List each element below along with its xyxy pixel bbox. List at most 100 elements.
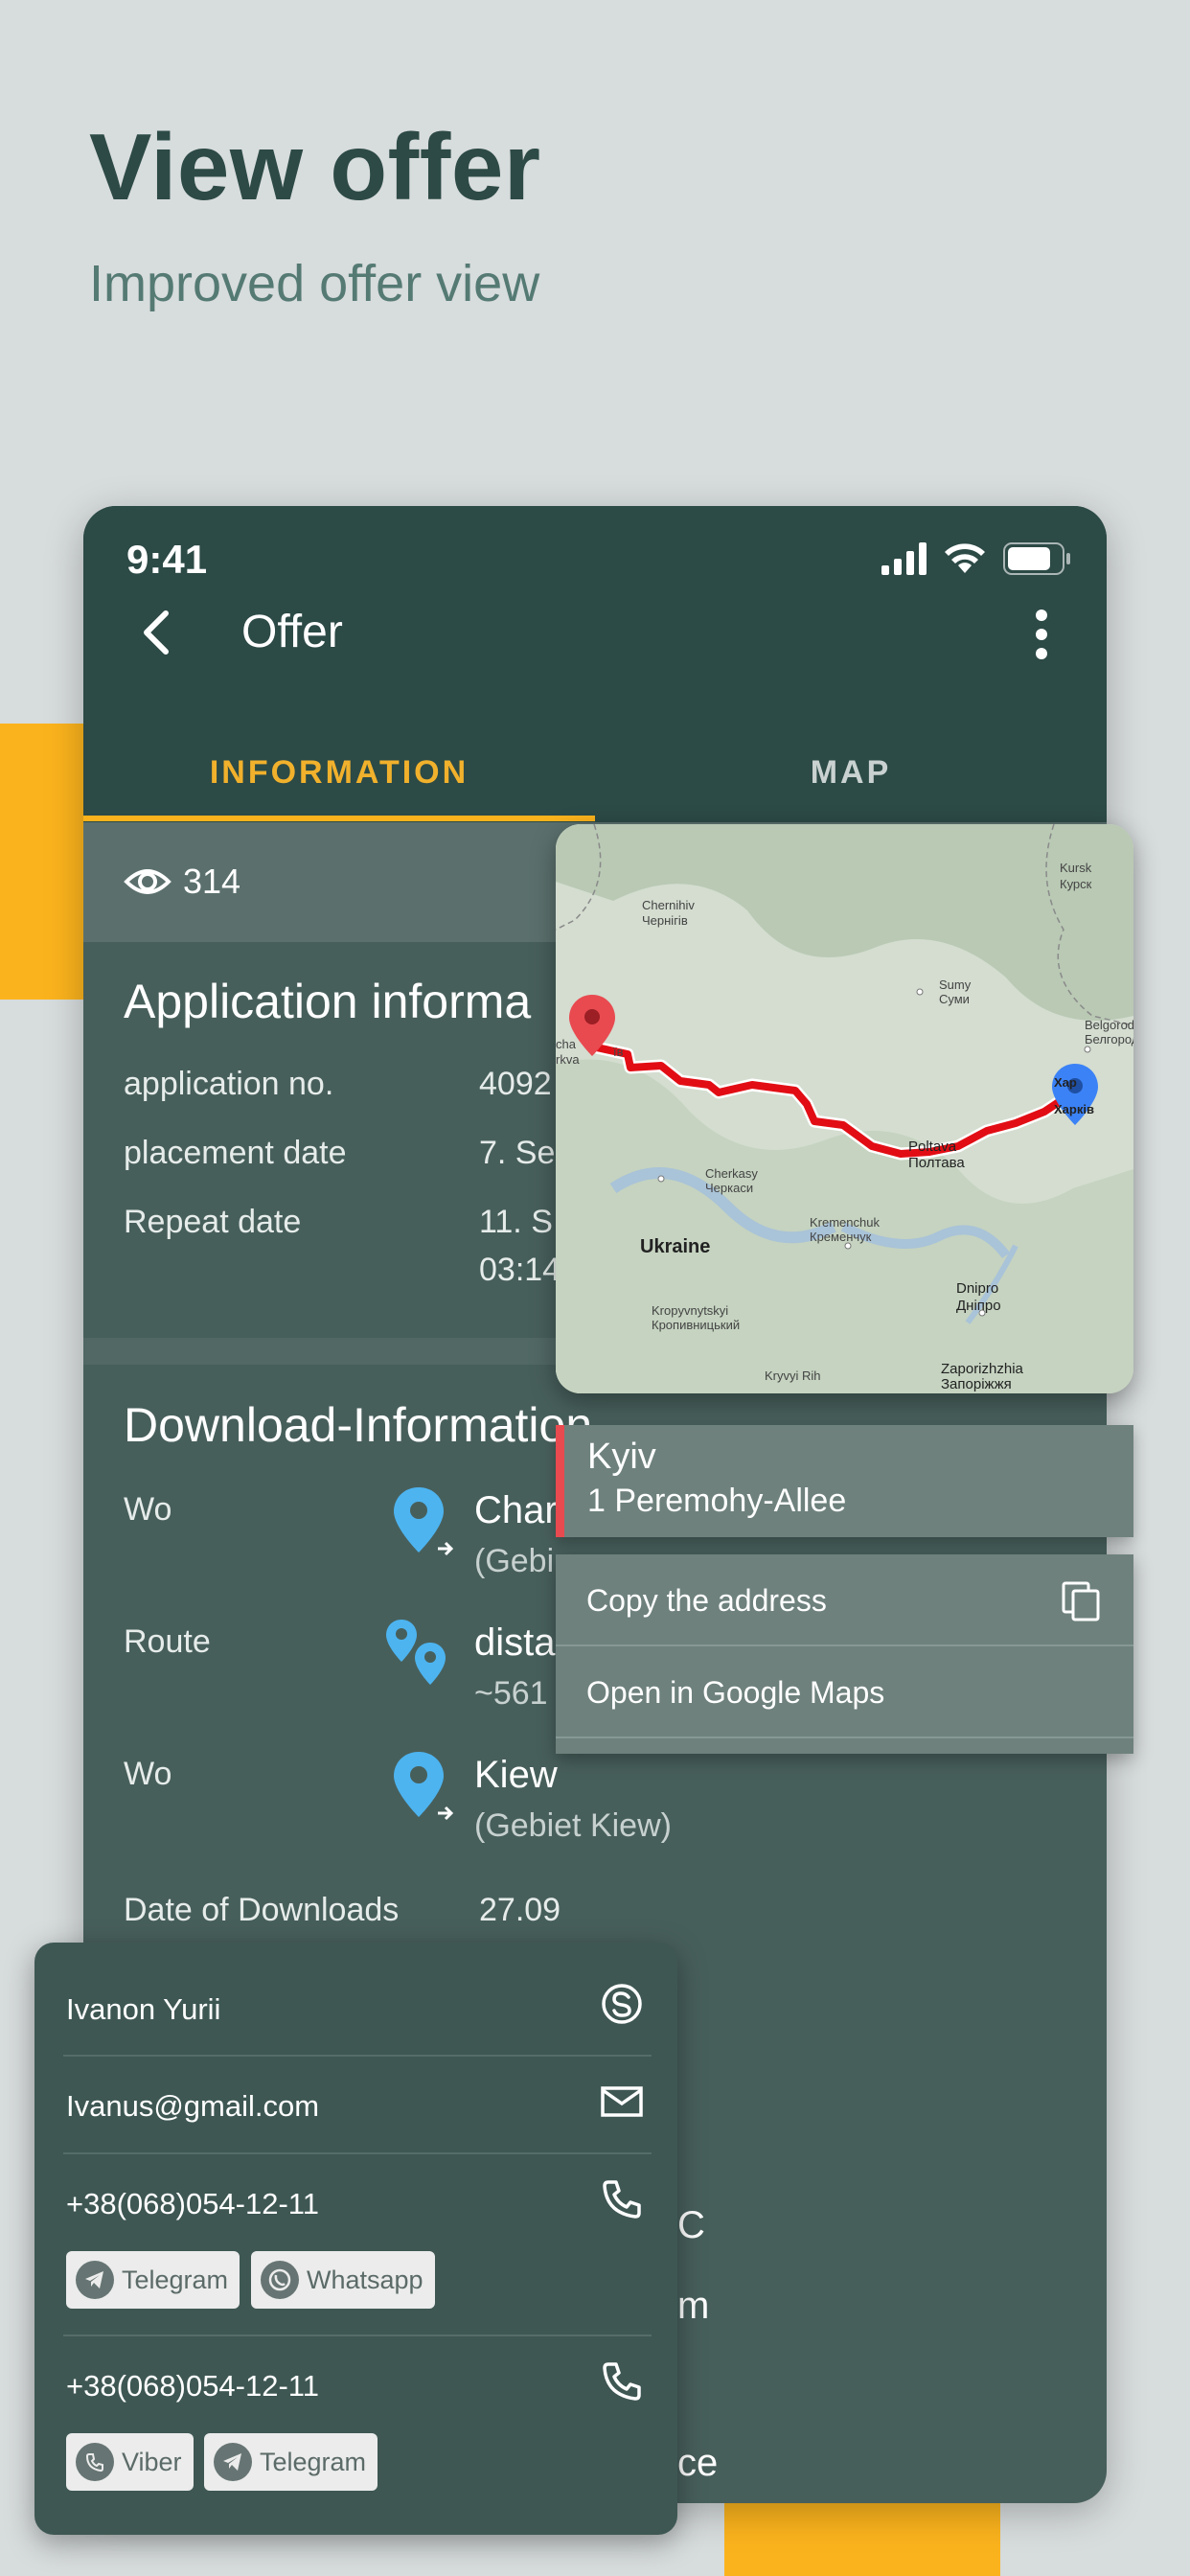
map-label: Черкаси: [705, 1181, 754, 1195]
viber-chip[interactable]: Viber: [66, 2433, 194, 2491]
wo-sub-2: (Gebiet Kiew): [474, 1807, 672, 1844]
contact-phone-2[interactable]: +38(068)054-12-11: [66, 2369, 319, 2404]
partial-text-2: m: [677, 2285, 710, 2327]
skype-icon[interactable]: [599, 1981, 645, 2027]
battery-icon: [1003, 542, 1070, 575]
wo-label-2: Wo: [124, 1756, 172, 1792]
telegram-chip-2[interactable]: Telegram: [204, 2433, 378, 2491]
copy-address-item[interactable]: Copy the address: [586, 1583, 827, 1619]
map-label: Курск: [1060, 877, 1092, 891]
wo-label-1: Wo: [124, 1491, 172, 1528]
map-label: Kryvyi Rih: [765, 1368, 821, 1383]
application-no-value: 4092: [479, 1066, 552, 1102]
location-pin-icon-2: [394, 1752, 454, 1821]
route-sub: ~561: [474, 1675, 548, 1712]
date-of-downloads-label: Date of Downloads: [124, 1892, 400, 1928]
wo-value-1: Char: [474, 1489, 558, 1531]
placement-date-label: placement date: [124, 1135, 347, 1171]
map-label: ïв: [613, 1045, 624, 1059]
repeat-time-value: 03:14: [479, 1252, 561, 1288]
address-card: Kyiv 1 Peremohy-Allee: [556, 1425, 1133, 1537]
promo-title: View offer: [89, 114, 541, 219]
wo-sub-1: (Gebi: [474, 1543, 555, 1579]
contact-divider-2: [63, 2152, 652, 2154]
map-label: Кременчук: [810, 1230, 872, 1244]
more-vert-icon[interactable]: [1022, 606, 1061, 663]
address-street: 1 Peremohy-Allee: [587, 1483, 847, 1519]
map-label: Cherkasy: [705, 1166, 758, 1181]
telegram-icon: [76, 2261, 114, 2299]
route-value: dista: [474, 1622, 556, 1664]
repeat-date-value: 11. S: [479, 1204, 553, 1240]
route-label: Route: [124, 1623, 211, 1660]
map-label: cha: [556, 1037, 576, 1051]
address-city: Kyiv: [587, 1437, 656, 1477]
tab-indicator: [83, 816, 595, 821]
whatsapp-chip[interactable]: Whatsapp: [251, 2251, 435, 2309]
application-info-title: Application informa: [124, 975, 532, 1028]
signal-icon: [881, 542, 927, 575]
map-label: rkva: [556, 1052, 580, 1067]
eye-icon: [124, 869, 172, 894]
map-label: Belgorod: [1085, 1018, 1133, 1032]
contact-divider-3: [63, 2334, 652, 2336]
map-label: Zaporizhzhia: [941, 1361, 1023, 1377]
repeat-date-label: Repeat date: [124, 1204, 302, 1240]
map-label: Дніпро: [956, 1298, 1001, 1314]
wifi-icon: [945, 543, 985, 573]
route-map[interactable]: Kursk Курск Chernihiv Чернігів Sumy Суми…: [556, 824, 1133, 1393]
download-info-title: Download-Information: [124, 1398, 593, 1452]
date-of-downloads-value: 27.09: [479, 1892, 561, 1928]
map-label: Poltava: [908, 1138, 957, 1155]
map-label: Ukraine: [640, 1236, 711, 1257]
partial-text-3: ce: [677, 2442, 719, 2484]
menu-divider-2: [556, 1736, 1133, 1738]
contact-name: Ivanon Yurii: [66, 1992, 221, 2026]
application-no-label: application no.: [124, 1066, 334, 1102]
map-label: Кропивницький: [652, 1318, 741, 1332]
map-label: Белгород: [1085, 1032, 1133, 1046]
appbar-title: Offer: [241, 607, 343, 657]
telegram-chip-2-label: Telegram: [260, 2447, 367, 2476]
tab-map[interactable]: MAP: [595, 734, 1107, 822]
contact-email[interactable]: Ivanus@gmail.com: [66, 2089, 319, 2124]
tab-information[interactable]: INFORMATION: [83, 734, 595, 822]
route-pins-icon: [386, 1620, 446, 1685]
telegram-chip-label: Telegram: [122, 2265, 229, 2294]
status-time: 9:41: [126, 537, 208, 582]
map-label: Kropyvnytskyi: [652, 1303, 729, 1318]
contact-divider: [63, 2055, 652, 2057]
map-label: Хар: [1054, 1075, 1077, 1090]
wo-value-2: Kiew: [474, 1754, 558, 1796]
map-label: Чернігів: [642, 913, 688, 928]
viber-icon: [76, 2443, 114, 2481]
telegram-chip[interactable]: Telegram: [66, 2251, 240, 2309]
address-context-menu: Copy the address Open in Google Maps: [556, 1554, 1133, 1754]
whatsapp-icon: [261, 2261, 299, 2299]
mail-icon[interactable]: [599, 2079, 645, 2125]
phone-icon-2[interactable]: [599, 2358, 645, 2404]
back-arrow-icon[interactable]: [129, 604, 187, 661]
map-label: Dnipro: [956, 1280, 999, 1297]
phone-icon[interactable]: [599, 2176, 645, 2222]
promo-subtitle: Improved offer view: [89, 255, 540, 312]
map-label: Kremenchuk: [810, 1215, 880, 1230]
contact-phone-1[interactable]: +38(068)054-12-11: [66, 2187, 319, 2221]
map-label: Kursk: [1060, 861, 1092, 875]
views-count: 314: [183, 862, 241, 901]
placement-date-value: 7. Se: [479, 1135, 556, 1171]
contact-card: Ivanon Yurii Ivanus@gmail.com +38(068)05…: [34, 1943, 677, 2535]
map-label: Суми: [939, 992, 970, 1006]
viber-chip-label: Viber: [122, 2447, 182, 2476]
copy-icon[interactable]: [1060, 1579, 1104, 1623]
telegram-icon-2: [214, 2443, 252, 2481]
location-pin-icon: [394, 1487, 454, 1556]
menu-divider: [556, 1644, 1133, 1646]
whatsapp-chip-label: Whatsapp: [307, 2265, 423, 2294]
partial-text-1: C: [677, 2204, 705, 2246]
open-google-maps-item[interactable]: Open in Google Maps: [586, 1675, 884, 1711]
map-label: Харків: [1054, 1102, 1094, 1116]
map-label: Полтава: [908, 1155, 965, 1171]
map-label: Chernihiv: [642, 898, 695, 912]
map-label: Запоріжжя: [941, 1376, 1012, 1392]
